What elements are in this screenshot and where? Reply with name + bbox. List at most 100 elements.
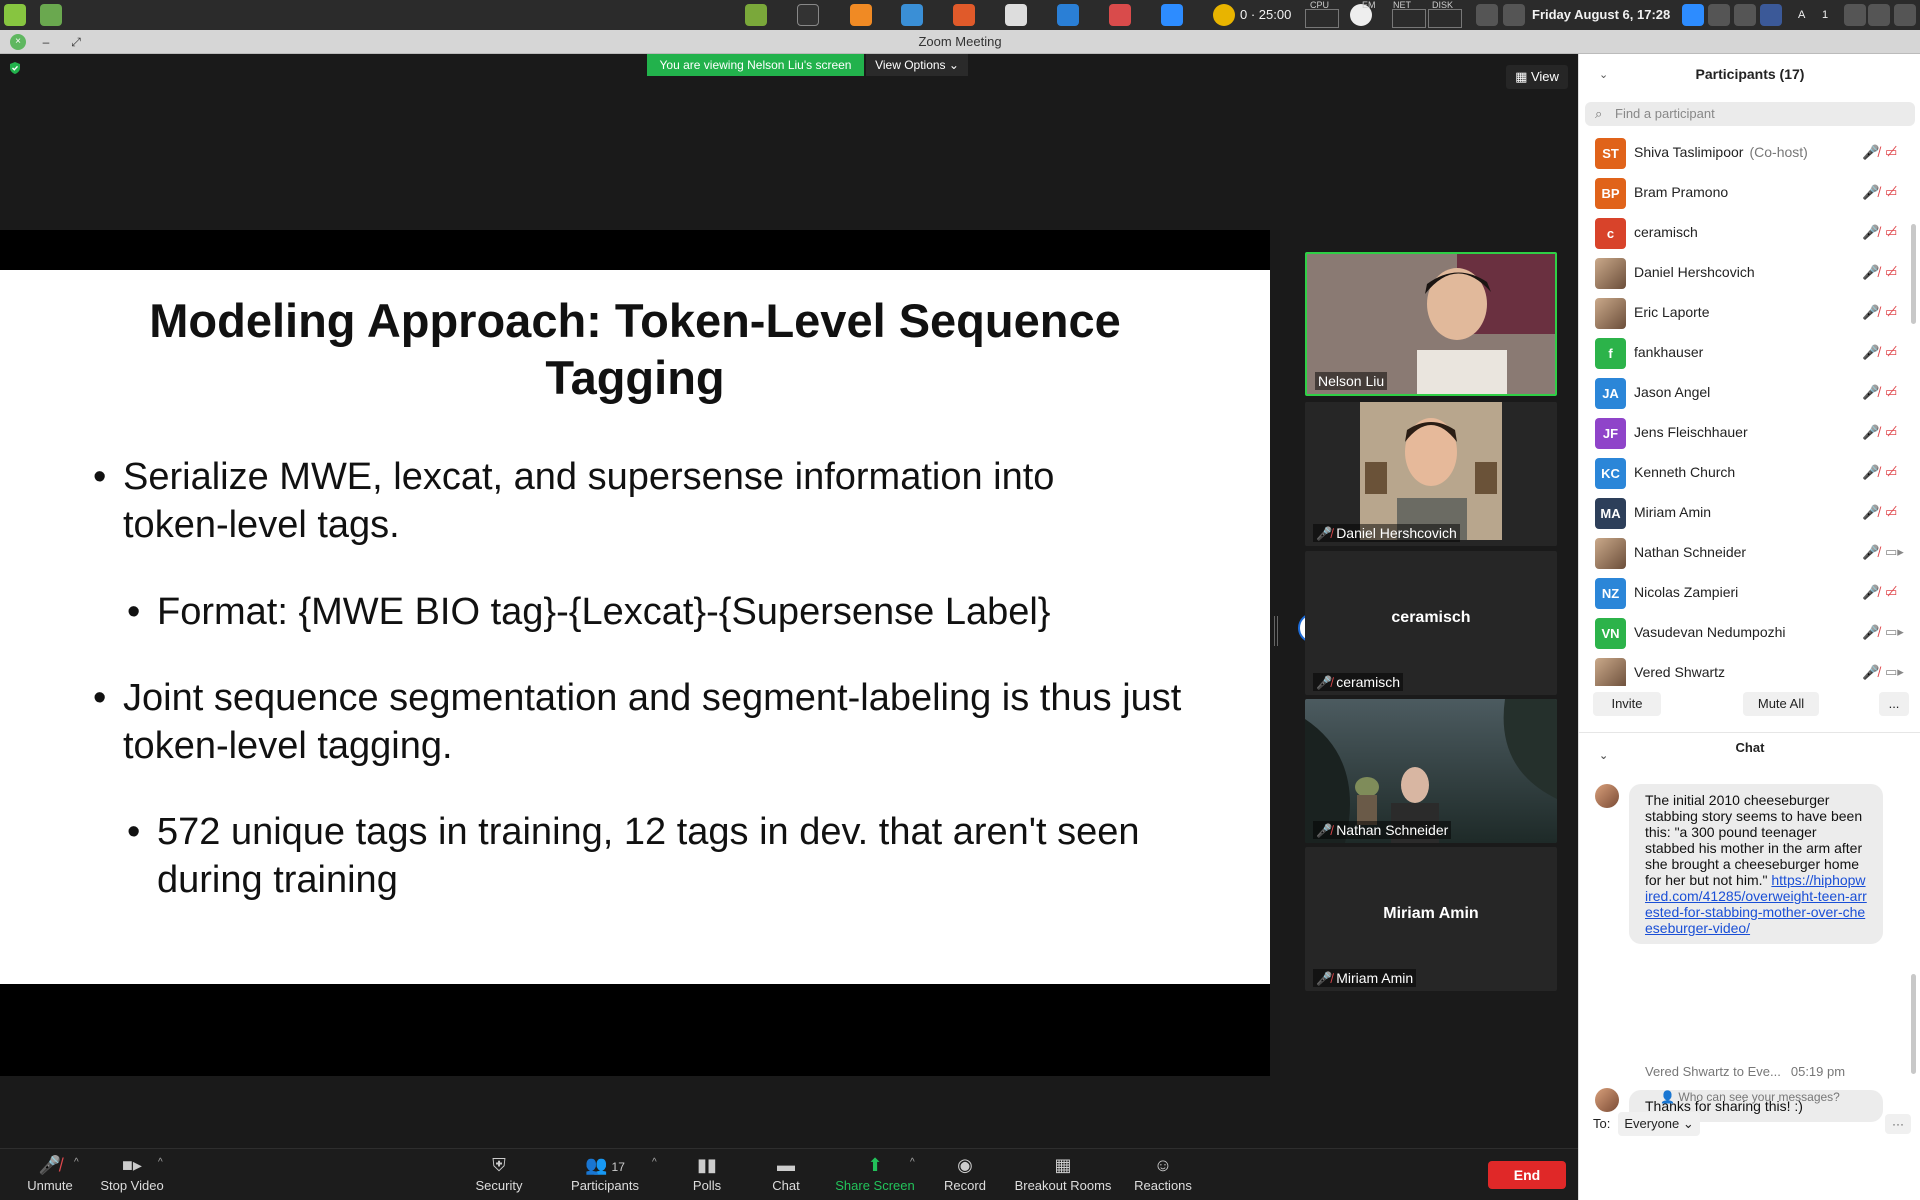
calendar-icon[interactable]: [1503, 4, 1525, 26]
muted-mic-icon[interactable]: 🎤̸: [1862, 492, 1879, 532]
shield-tray-icon[interactable]: [1476, 4, 1498, 26]
download-icon[interactable]: [901, 4, 923, 26]
video-off-icon[interactable]: ▭̸: [1885, 572, 1897, 612]
video-off-icon[interactable]: ▭̸: [1885, 212, 1897, 252]
chat-more-button[interactable]: ···: [1885, 1114, 1911, 1134]
network-icon[interactable]: [1844, 4, 1866, 26]
mint-menu-icon[interactable]: [4, 4, 26, 26]
settings-icon[interactable]: [1005, 4, 1027, 26]
participant-row[interactable]: JF Jens Fleischhauer 🎤̸ ▭̸: [1579, 412, 1909, 452]
zoom-tray-icon[interactable]: [1682, 4, 1704, 26]
dropbox-icon[interactable]: [1708, 4, 1730, 26]
muted-mic-icon[interactable]: 🎤̸: [1862, 572, 1879, 612]
muted-mic-icon[interactable]: 🎤̸: [1862, 452, 1879, 492]
firefox-icon[interactable]: [850, 4, 872, 26]
polls-button[interactable]: ▮▮ Polls: [687, 1149, 727, 1200]
keyboard-indicator[interactable]: A: [1798, 0, 1805, 30]
muted-mic-icon[interactable]: 🎤̸: [1862, 172, 1879, 212]
workspace-indicator[interactable]: 1: [1822, 0, 1828, 30]
participants-more-button[interactable]: ...: [1879, 692, 1909, 716]
security-button[interactable]: ⛨ Security: [469, 1149, 529, 1200]
breakout-rooms-button[interactable]: ▦ Breakout Rooms: [1010, 1149, 1116, 1200]
participants-button[interactable]: 👥 17 Participants: [565, 1149, 645, 1200]
who-can-see-link[interactable]: 👤 Who can see your messages?: [1579, 1090, 1920, 1104]
mute-all-button[interactable]: Mute All: [1743, 692, 1819, 716]
video-off-icon[interactable]: ▭̸: [1885, 492, 1897, 532]
pomodoro-icon[interactable]: [1213, 4, 1235, 26]
show-desktop-icon[interactable]: [40, 4, 62, 26]
audio-options-caret-icon[interactable]: ^: [74, 1157, 79, 1168]
muted-mic-icon[interactable]: 🎤̸: [1862, 252, 1879, 292]
kde-connect-icon[interactable]: [1057, 4, 1079, 26]
muted-mic-icon[interactable]: 🎤̸: [1862, 652, 1879, 686]
participant-row[interactable]: Vered Shwartz 🎤̸ ▭▸: [1579, 652, 1909, 686]
participant-row[interactable]: c ceramisch 🎤̸ ▭̸: [1579, 212, 1909, 252]
participant-name-text: Shiva Taslimipoor: [1634, 144, 1744, 160]
invite-button[interactable]: Invite: [1593, 692, 1661, 716]
encryption-shield-icon[interactable]: [8, 61, 22, 75]
muted-mic-icon[interactable]: 🎤̸: [1862, 532, 1879, 572]
us-flag-icon[interactable]: [1760, 4, 1782, 26]
zoom-app-icon[interactable]: [1161, 4, 1183, 26]
end-meeting-button[interactable]: End: [1488, 1161, 1566, 1189]
clock[interactable]: Friday August 6, 17:28: [1532, 0, 1670, 30]
video-tile-ceramisch[interactable]: ceramisch 🎤̸ ceramisch: [1305, 551, 1557, 695]
participant-search-input[interactable]: ⌕ Find a participant: [1585, 102, 1915, 126]
unmute-button[interactable]: 🎤̸ Unmute: [20, 1149, 80, 1200]
video-tile-miriam-amin[interactable]: Miriam Amin 🎤̸ Miriam Amin: [1305, 847, 1557, 991]
muted-mic-icon[interactable]: 🎤̸: [1862, 412, 1879, 452]
participants-scrollbar[interactable]: [1911, 224, 1916, 324]
participant-row[interactable]: JA Jason Angel 🎤̸ ▭̸: [1579, 372, 1909, 412]
chat-button[interactable]: ▬ Chat: [766, 1149, 806, 1200]
video-off-icon[interactable]: ▭̸: [1885, 132, 1897, 172]
user-icon[interactable]: [1894, 4, 1916, 26]
video-on-icon[interactable]: ▭▸: [1885, 652, 1904, 686]
muted-mic-icon[interactable]: 🎤̸: [1862, 292, 1879, 332]
files-icon[interactable]: [745, 4, 767, 26]
view-button[interactable]: ▦ View: [1506, 65, 1568, 89]
participant-name: Nicolas Zampieri: [1634, 572, 1738, 612]
record-button[interactable]: ◉ Record: [940, 1149, 990, 1200]
participant-row[interactable]: ST Shiva Taslimipoor (Co-host) 🎤̸ ▭̸: [1579, 132, 1909, 172]
participant-row[interactable]: NZ Nicolas Zampieri 🎤̸ ▭̸: [1579, 572, 1909, 612]
participants-caret-icon[interactable]: ^: [652, 1157, 657, 1168]
video-tile-nelson-liu[interactable]: Nelson Liu: [1305, 252, 1557, 396]
notes-icon[interactable]: [1734, 4, 1756, 26]
participant-row[interactable]: Eric Laporte 🎤̸ ▭̸: [1579, 292, 1909, 332]
share-options-caret-icon[interactable]: ^: [910, 1157, 915, 1168]
video-off-icon[interactable]: ▭̸: [1885, 252, 1897, 292]
video-tile-nathan-schneider[interactable]: 🎤̸ Nathan Schneider: [1305, 699, 1557, 843]
video-on-icon[interactable]: ▭▸: [1885, 612, 1904, 652]
video-off-icon[interactable]: ▭̸: [1885, 412, 1897, 452]
chat-scrollbar[interactable]: [1911, 974, 1916, 1074]
video-off-icon[interactable]: ▭̸: [1885, 292, 1897, 332]
volume-icon[interactable]: [1868, 4, 1890, 26]
recipient-select[interactable]: Everyone ⌄: [1618, 1112, 1700, 1136]
muted-mic-icon[interactable]: 🎤̸: [1862, 132, 1879, 172]
terminal-icon[interactable]: [797, 4, 819, 26]
video-on-icon[interactable]: ▭▸: [1885, 532, 1904, 572]
video-tile-daniel-hershcovich[interactable]: 🎤̸ Daniel Hershcovich: [1305, 402, 1557, 546]
participant-row[interactable]: BP Bram Pramono 🎤̸ ▭̸: [1579, 172, 1909, 212]
muted-mic-icon[interactable]: 🎤̸: [1862, 612, 1879, 652]
participant-row[interactable]: KC Kenneth Church 🎤̸ ▭̸: [1579, 452, 1909, 492]
muted-mic-icon[interactable]: 🎤̸: [1862, 212, 1879, 252]
video-off-icon[interactable]: ▭̸: [1885, 172, 1897, 212]
reader-icon[interactable]: [1109, 4, 1131, 26]
video-off-icon[interactable]: ▭̸: [1885, 452, 1897, 492]
split-drag-handle[interactable]: [1274, 616, 1278, 646]
participant-row[interactable]: Nathan Schneider 🎤̸ ▭▸: [1579, 532, 1909, 572]
video-off-icon[interactable]: ▭̸: [1885, 372, 1897, 412]
reactions-button[interactable]: ☺ Reactions: [1132, 1149, 1194, 1200]
video-off-icon[interactable]: ▭̸: [1885, 332, 1897, 372]
participant-row[interactable]: VN Vasudevan Nedumpozhi 🎤̸ ▭▸: [1579, 612, 1909, 652]
participant-row[interactable]: MA Miriam Amin 🎤̸ ▭̸: [1579, 492, 1909, 532]
calculator-icon[interactable]: [953, 4, 975, 26]
muted-mic-icon[interactable]: 🎤̸: [1862, 332, 1879, 372]
share-screen-button[interactable]: ⬆ Share Screen: [832, 1149, 918, 1200]
muted-mic-icon[interactable]: 🎤̸: [1862, 372, 1879, 412]
view-options-button[interactable]: View Options ⌄: [866, 54, 968, 76]
video-options-caret-icon[interactable]: ^: [158, 1157, 163, 1168]
participant-row[interactable]: f fankhauser 🎤̸ ▭̸: [1579, 332, 1909, 372]
participant-row[interactable]: Daniel Hershcovich 🎤̸ ▭̸: [1579, 252, 1909, 292]
